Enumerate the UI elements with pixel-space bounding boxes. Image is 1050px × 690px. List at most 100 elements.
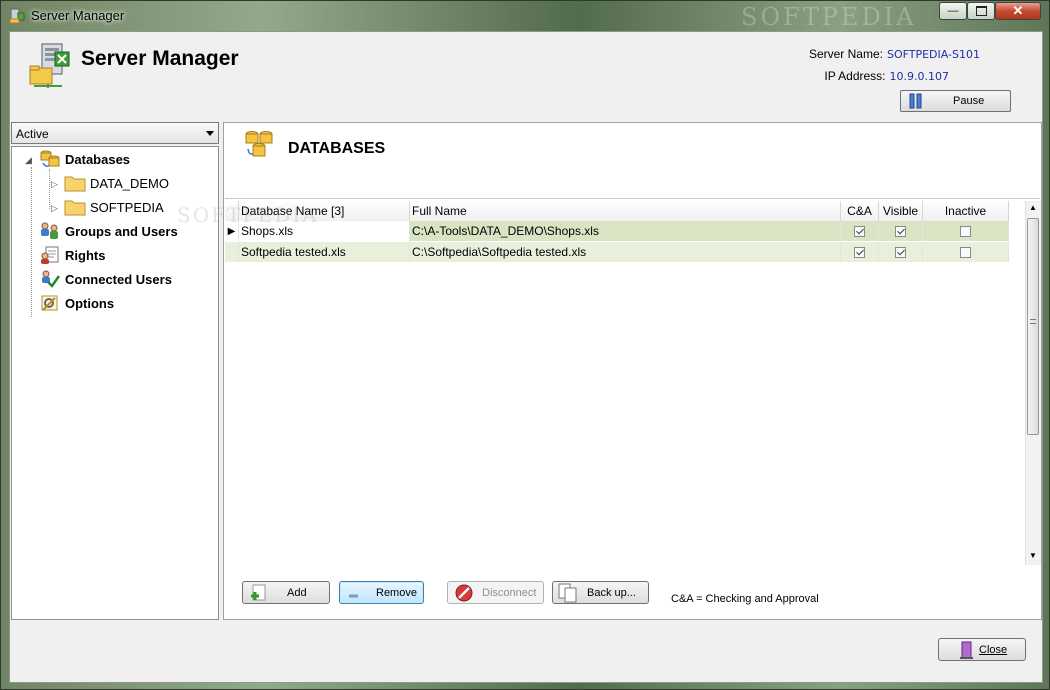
ip-address-value: 10.9.0.107 <box>889 70 949 83</box>
column-header-visible[interactable]: Visible <box>879 201 923 221</box>
folder-icon <box>64 176 86 192</box>
full-name-cell[interactable]: C:\A-Tools\DATA_DEMO\Shops.xls <box>410 221 841 241</box>
exit-door-icon <box>960 641 973 659</box>
databases-grid: Database Name [3] Full Name C&A Visible … <box>177 198 1041 567</box>
collapsed-arrow-icon[interactable]: ▷ <box>51 179 58 190</box>
tree-item-connected-users[interactable]: Connected Users <box>39 269 172 289</box>
client-area: Server Manager Server Name: SOFTPEDIA-S10… <box>9 31 1043 683</box>
tree-item-rights[interactable]: Rights <box>39 245 105 265</box>
header: Server Manager Server Name: SOFTPEDIA-S10… <box>10 32 1042 120</box>
row-selector <box>225 242 239 262</box>
status-filter-dropdown[interactable]: Active <box>11 122 219 144</box>
tree-item-data-demo[interactable]: DATA_DEMO <box>64 173 169 193</box>
disconnect-icon <box>455 584 473 601</box>
tree-item-softpedia[interactable]: SOFTPEDIA <box>64 197 164 217</box>
scrollbar-thumb[interactable] <box>1027 218 1039 435</box>
add-button[interactable]: Add <box>242 581 330 604</box>
minimize-icon: — <box>947 5 959 17</box>
server-name-row: Server Name: SOFTPEDIA-S101 <box>809 47 980 61</box>
inactive-cell <box>923 221 1009 241</box>
navigation-panel: Active ◢ Databases ▷ DATA_DEMO ▷ SOFTPED… <box>11 122 219 620</box>
minimize-button[interactable]: — <box>939 2 967 20</box>
ca-checkbox[interactable] <box>854 246 865 258</box>
collapsed-arrow-icon[interactable]: ▷ <box>51 203 58 214</box>
status-filter-value: Active <box>16 127 49 141</box>
expanded-arrow-icon[interactable]: ◢ <box>25 155 32 166</box>
chevron-down-icon <box>206 131 214 136</box>
tree-item-options[interactable]: Options <box>39 293 114 313</box>
tree-item-label: Connected Users <box>65 271 172 287</box>
visible-checkbox[interactable] <box>895 225 906 237</box>
server-name-label: Server Name: <box>808 47 883 61</box>
maximize-button[interactable] <box>967 2 995 20</box>
visible-checkbox[interactable] <box>895 246 906 258</box>
title-bar[interactable]: Server Manager SOFTPEDIA — ✕ <box>1 1 1049 31</box>
remove-icon <box>349 594 358 597</box>
database-name-cell[interactable]: Softpedia tested.xls <box>239 242 410 262</box>
close-label: Close <box>979 643 1008 656</box>
tree-item-label: Rights <box>65 247 106 263</box>
users-icon <box>41 222 58 239</box>
disconnect-button[interactable]: Disconnect <box>447 581 544 604</box>
database-section-icon <box>245 131 273 157</box>
column-header-full-name[interactable]: Full Name <box>410 201 841 221</box>
connected-users-icon <box>42 270 61 288</box>
folder-icon <box>64 200 86 216</box>
close-button[interactable]: Close <box>938 638 1026 661</box>
server-name-value: SOFTPEDIA-S101 <box>886 48 980 61</box>
backup-label: Back up... <box>587 586 636 599</box>
column-header-ca[interactable]: C&A <box>841 201 879 221</box>
table-row[interactable]: ▶ Shops.xls C:\A-Tools\DATA_DEMO\Shops.x… <box>225 221 1009 241</box>
visible-cell <box>879 221 923 241</box>
pause-button[interactable]: Pause <box>900 90 1011 112</box>
ca-checkbox[interactable] <box>854 225 865 237</box>
tree-item-label: Databases <box>65 151 131 167</box>
pause-icon <box>909 93 922 109</box>
tree-item-label: Options <box>65 295 115 311</box>
tree-item-label: SOFTPEDIA <box>90 199 164 215</box>
disconnect-label: Disconnect <box>482 586 537 599</box>
pause-label: Pause <box>953 95 985 107</box>
ca-legend-note: C&A = Checking and Approval <box>671 593 819 605</box>
softpedia-watermark: SOFTPEDIA <box>177 203 319 227</box>
visible-cell <box>879 242 923 262</box>
server-logo-icon <box>29 43 70 88</box>
close-icon: ✕ <box>1012 3 1024 18</box>
tree-item-label: Groups and Users <box>65 223 178 239</box>
full-name-cell[interactable]: C:\Softpedia\Softpedia tested.xls <box>410 242 841 262</box>
backup-icon <box>558 583 577 602</box>
tree-item-databases[interactable]: Databases <box>39 149 130 169</box>
tree-connector <box>49 169 50 209</box>
add-label: Add <box>287 586 307 599</box>
app-window: Server Manager SOFTPEDIA — ✕ Server Mana… <box>0 0 1050 690</box>
options-icon <box>41 295 58 311</box>
inactive-checkbox[interactable] <box>960 225 971 237</box>
inactive-checkbox[interactable] <box>960 246 971 258</box>
databases-panel: DATABASES Database Name [3] Full Name C&… <box>177 122 1042 620</box>
inactive-cell <box>923 242 1009 262</box>
section-title: DATABASES <box>288 140 386 157</box>
app-title: Server Manager <box>81 47 239 70</box>
scroll-down-icon[interactable]: ▼ <box>1029 551 1037 560</box>
close-window-button[interactable]: ✕ <box>995 2 1041 20</box>
database-icon <box>40 150 60 167</box>
table-row[interactable]: Softpedia tested.xls C:\Softpedia\Softpe… <box>225 242 1009 262</box>
ca-cell <box>841 242 879 262</box>
backup-button[interactable]: Back up... <box>552 581 649 604</box>
scroll-up-icon[interactable]: ▲ <box>1029 203 1037 212</box>
softpedia-watermark: SOFTPEDIA <box>741 3 917 31</box>
ca-cell <box>841 221 879 241</box>
remove-label: Remove <box>376 586 417 599</box>
tree-item-groups-and-users[interactable]: Groups and Users <box>39 221 178 241</box>
rights-icon <box>41 246 59 264</box>
window-title: Server Manager <box>31 8 125 23</box>
tree-item-label: DATA_DEMO <box>90 175 169 191</box>
tree-connector <box>31 167 32 317</box>
maximize-icon <box>975 6 987 16</box>
server-app-icon <box>9 8 25 24</box>
vertical-scrollbar[interactable]: ▲ ▼ <box>1025 201 1041 565</box>
grip-icon <box>1030 319 1036 324</box>
ip-address-row: IP Address: 10.9.0.107 <box>824 69 949 83</box>
column-header-inactive[interactable]: Inactive <box>923 201 1009 221</box>
remove-button[interactable]: Remove <box>339 581 424 604</box>
